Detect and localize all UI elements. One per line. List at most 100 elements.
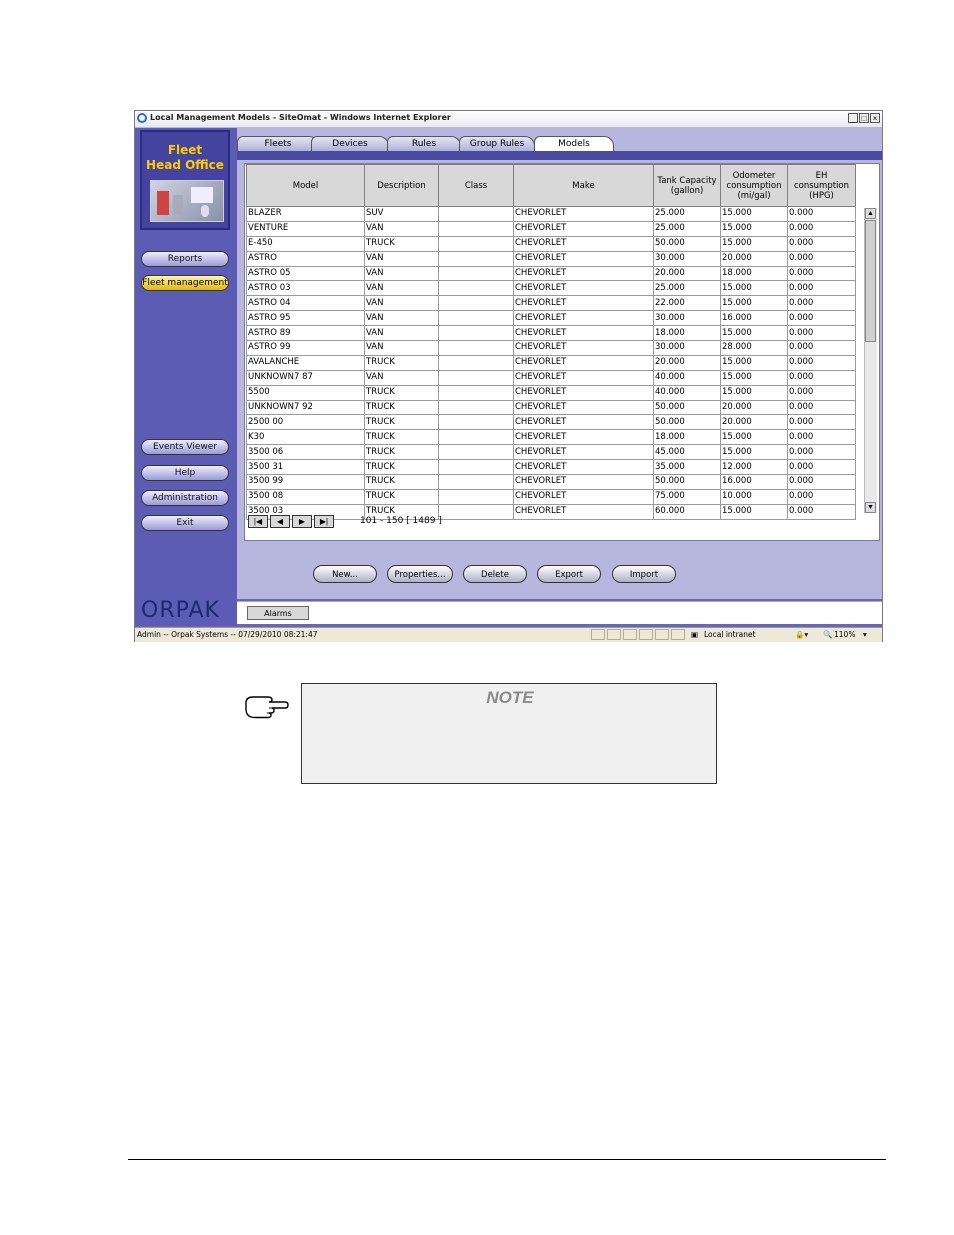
cell-description: VAN	[364, 220, 439, 237]
cell-description: TRUCK	[364, 444, 439, 461]
cell-class	[438, 384, 514, 401]
column-header-description[interactable]: Description	[364, 164, 439, 207]
fleet-management-button[interactable]: Fleet management	[141, 275, 229, 291]
cell-make: CHEVORLET	[513, 340, 654, 356]
exit-button[interactable]: Exit	[141, 515, 229, 531]
table-row[interactable]: 2500 00 TRUCK CHEVORLET 50.000 20.000 0.000	[246, 414, 856, 431]
zoom-dropdown-icon[interactable]: ▾	[863, 628, 867, 641]
cell-tank-capacity: 30.000	[653, 310, 721, 327]
table-row[interactable]: 5500 TRUCK CHEVORLET 40.000 15.000 0.000	[246, 384, 856, 401]
table-row[interactable]: ASTRO VAN CHEVORLET 30.000 20.000 0.000	[246, 250, 856, 267]
tab-fleets[interactable]: Fleets	[237, 136, 319, 151]
scrollbar-thumb[interactable]	[865, 220, 876, 342]
table-row[interactable]: ASTRO 89 VAN CHEVORLET 18.000 15.000 0.000	[246, 325, 856, 342]
scroll-up-arrow-icon[interactable]: ▲	[865, 208, 876, 219]
column-header-tank-capacity[interactable]: Tank Capacity (gallon)	[653, 164, 721, 207]
column-header-make[interactable]: Make	[513, 164, 654, 207]
note-title: NOTE	[486, 688, 534, 707]
table-row[interactable]: K30 TRUCK CHEVORLET 18.000 15.000 0.000	[246, 429, 856, 446]
cell-odometer-consumption: 15.000	[720, 503, 788, 520]
cell-description: TRUCK	[364, 459, 439, 476]
column-header-model[interactable]: Model	[246, 164, 365, 207]
cell-eh-consumption: 0.000	[787, 340, 856, 356]
events-viewer-button[interactable]: Events Viewer	[141, 439, 229, 455]
help-button[interactable]: Help	[141, 465, 229, 481]
cell-description: VAN	[364, 369, 439, 386]
properties-button[interactable]: Properties...	[387, 565, 453, 583]
cell-make: CHEVORLET	[513, 250, 654, 267]
table-row[interactable]: 3500 99 TRUCK CHEVORLET 50.000 16.000 0.000	[246, 474, 856, 490]
zoom-level[interactable]: 110%	[834, 628, 855, 641]
tab-models[interactable]: Models	[534, 136, 614, 152]
tab-rules[interactable]: Rules	[387, 136, 461, 151]
table-row[interactable]: AVALANCHE TRUCK CHEVORLET 20.000 15.000 0.000	[246, 354, 856, 371]
cell-odometer-consumption: 15.000	[720, 280, 788, 297]
cell-model: ASTRO 05	[246, 265, 365, 282]
cell-make: CHEVORLET	[513, 206, 654, 222]
cell-model: K30	[246, 429, 365, 446]
tab-devices[interactable]: Devices	[311, 136, 389, 151]
cell-model: ASTRO 89	[246, 325, 365, 342]
close-button[interactable]: ×	[870, 113, 880, 123]
table-row[interactable]: 3500 31 TRUCK CHEVORLET 35.000 12.000 0.000	[246, 459, 856, 476]
table-row[interactable]: 3500 03 TRUCK CHEVORLET 60.000 15.000 0.000	[246, 503, 856, 520]
cell-class	[438, 220, 514, 237]
tab-group-rules[interactable]: Group Rules	[459, 136, 535, 151]
cell-make: CHEVORLET	[513, 235, 654, 252]
cell-tank-capacity: 30.000	[653, 250, 721, 267]
scroll-down-arrow-icon[interactable]: ▼	[865, 502, 876, 513]
last-page-button[interactable]: ▶|	[314, 515, 334, 528]
maximize-button[interactable]: □	[859, 113, 869, 123]
column-header-class[interactable]: Class	[438, 164, 514, 207]
ie-icon	[137, 113, 147, 123]
minimize-button[interactable]: _	[848, 113, 858, 123]
table-row[interactable]: BLAZER SUV CHEVORLET 25.000 15.000 0.000	[246, 206, 856, 222]
table-row[interactable]: 3500 06 TRUCK CHEVORLET 45.000 15.000 0.000	[246, 444, 856, 461]
reports-button[interactable]: Reports	[141, 251, 229, 267]
cell-make: CHEVORLET	[513, 459, 654, 476]
column-header-eh-consumption[interactable]: EH consumption (HPG)	[787, 164, 856, 207]
pointing-hand-icon	[244, 693, 290, 724]
cell-class	[438, 369, 514, 386]
cell-tank-capacity: 30.000	[653, 340, 721, 356]
delete-button[interactable]: Delete	[463, 565, 527, 583]
next-page-button[interactable]: ▶	[292, 515, 312, 528]
previous-page-button[interactable]: ◀	[270, 515, 290, 528]
export-button[interactable]: Export	[537, 565, 601, 583]
cell-model: 2500 00	[246, 414, 365, 431]
footer-rule	[128, 1159, 886, 1160]
cell-class	[438, 429, 514, 446]
table-row[interactable]: ASTRO 04 VAN CHEVORLET 22.000 15.000 0.000	[246, 295, 856, 312]
administration-button[interactable]: Administration	[141, 490, 229, 506]
table-row[interactable]: ASTRO 99 VAN CHEVORLET 30.000 28.000 0.000	[246, 340, 856, 356]
table-row[interactable]: VENTURE VAN CHEVORLET 25.000 15.000 0.000	[246, 220, 856, 237]
models-grid: Model Description Class Make Tank Capaci…	[244, 163, 880, 541]
table-row[interactable]: UNKNOWN7 92 TRUCK CHEVORLET 50.000 20.000 0.0…	[246, 399, 856, 416]
alarms-button[interactable]: Alarms	[247, 606, 309, 620]
cell-class	[438, 399, 514, 416]
cell-description: VAN	[364, 310, 439, 327]
table-row[interactable]: UNKNOWN7 87 VAN CHEVORLET 40.000 15.000 0.000	[246, 369, 856, 386]
vertical-scrollbar[interactable]: ▲ ▼	[864, 208, 877, 513]
cell-tank-capacity: 50.000	[653, 235, 721, 252]
new-button[interactable]: New...	[313, 565, 377, 583]
first-page-button[interactable]: |◀	[248, 515, 268, 528]
cell-class	[438, 235, 514, 252]
security-zone-icon: ▣	[691, 630, 699, 639]
cell-description: VAN	[364, 280, 439, 297]
table-row[interactable]: ASTRO 95 VAN CHEVORLET 30.000 16.000 0.000	[246, 310, 856, 327]
table-row[interactable]: ASTRO 05 VAN CHEVORLET 20.000 18.000 0.000	[246, 265, 856, 282]
table-row[interactable]: E-450 TRUCK CHEVORLET 50.000 15.000 0.000	[246, 235, 856, 252]
protected-mode-icon[interactable]: 🔒▾	[795, 628, 808, 641]
cell-model: 5500	[246, 384, 365, 401]
cell-eh-consumption: 0.000	[787, 503, 856, 520]
cell-odometer-consumption: 15.000	[720, 444, 788, 461]
cell-odometer-consumption: 10.000	[720, 488, 788, 505]
import-button[interactable]: Import	[612, 565, 676, 583]
cell-make: CHEVORLET	[513, 354, 654, 371]
status-cell	[671, 629, 685, 640]
cell-eh-consumption: 0.000	[787, 280, 856, 297]
table-row[interactable]: ASTRO 03 VAN CHEVORLET 25.000 15.000 0.000	[246, 280, 856, 297]
column-header-odometer-consumption[interactable]: Odometer consumption (mi/gal)	[720, 164, 788, 207]
table-row[interactable]: 3500 08 TRUCK CHEVORLET 75.000 10.000 0.000	[246, 488, 856, 505]
